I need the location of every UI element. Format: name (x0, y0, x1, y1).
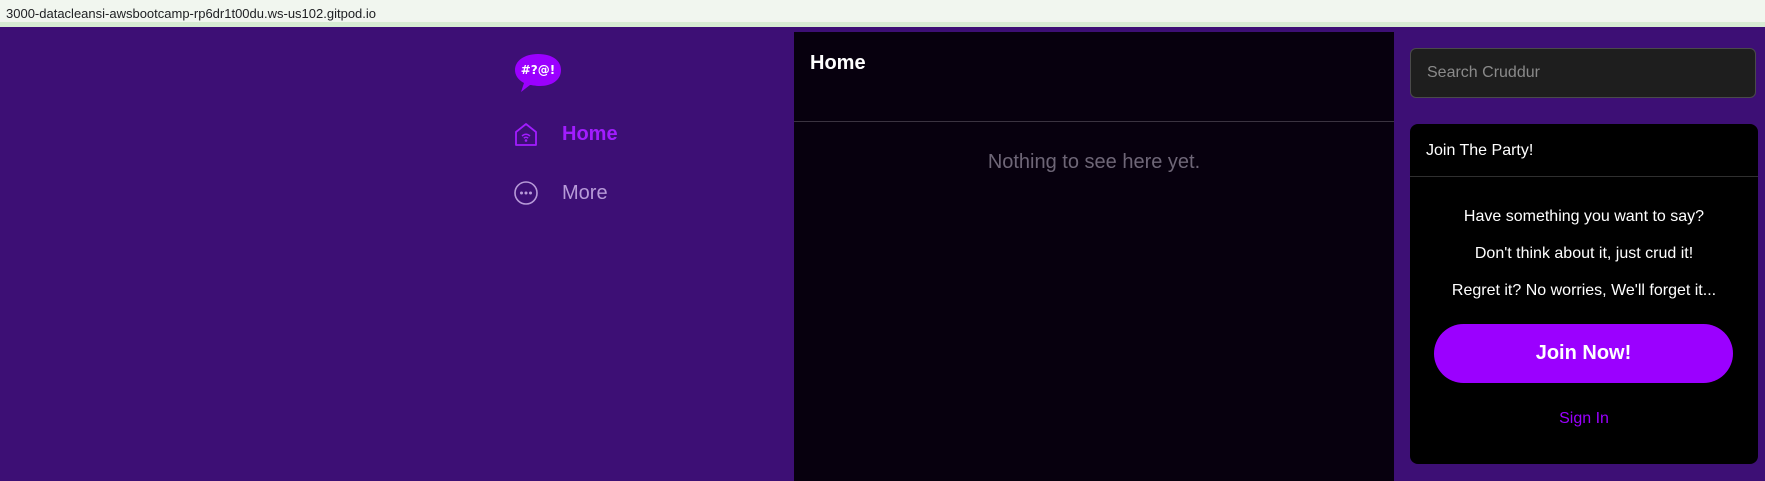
logo-speech-bubble-icon: #?@! (515, 54, 561, 92)
url-text: 3000-datacleansi-awsbootcamp-rp6dr1t00du… (6, 6, 377, 21)
card-text: Have something you want to say? (1463, 208, 1705, 225)
sidebar-item-more[interactable]: More (512, 179, 608, 207)
more-dots-icon (514, 181, 538, 205)
page-title: Home (810, 52, 866, 74)
card-text: Don't think about it, just crud it! (1474, 245, 1694, 262)
join-now-button[interactable]: Join Now! (1434, 324, 1733, 383)
feed-empty-message: Nothing to see here yet. (987, 151, 1201, 173)
sidebar-item-label: Home (562, 122, 618, 145)
feed: Home Nothing to see here yet. (794, 32, 1394, 481)
sidebar-item-home[interactable]: Home (512, 120, 618, 148)
right-panel: Join The Party! Have something you want … (1394, 32, 1765, 481)
sidebar: #?@! Home More (0, 32, 794, 481)
sidebar-item-label: More (562, 181, 608, 204)
browser-address-bar[interactable]: 3000-datacleansi-awsbootcamp-rp6dr1t00du… (0, 0, 1765, 27)
home-icon (515, 123, 537, 146)
logo-text: #?@! (521, 63, 556, 77)
card-title: Join The Party! (1410, 124, 1758, 177)
cruddur-logo[interactable]: #?@! (513, 52, 563, 94)
app-root: #?@! Home More Home Nothing to see here … (0, 32, 1765, 481)
card-text: Regret it? No worries, We'll forget it..… (1451, 282, 1717, 299)
sign-in-link[interactable]: Sign In (1410, 410, 1758, 428)
join-party-card: Join The Party! Have something you want … (1410, 124, 1758, 464)
search-input[interactable] (1410, 48, 1756, 98)
feed-header: Home (794, 32, 1394, 122)
